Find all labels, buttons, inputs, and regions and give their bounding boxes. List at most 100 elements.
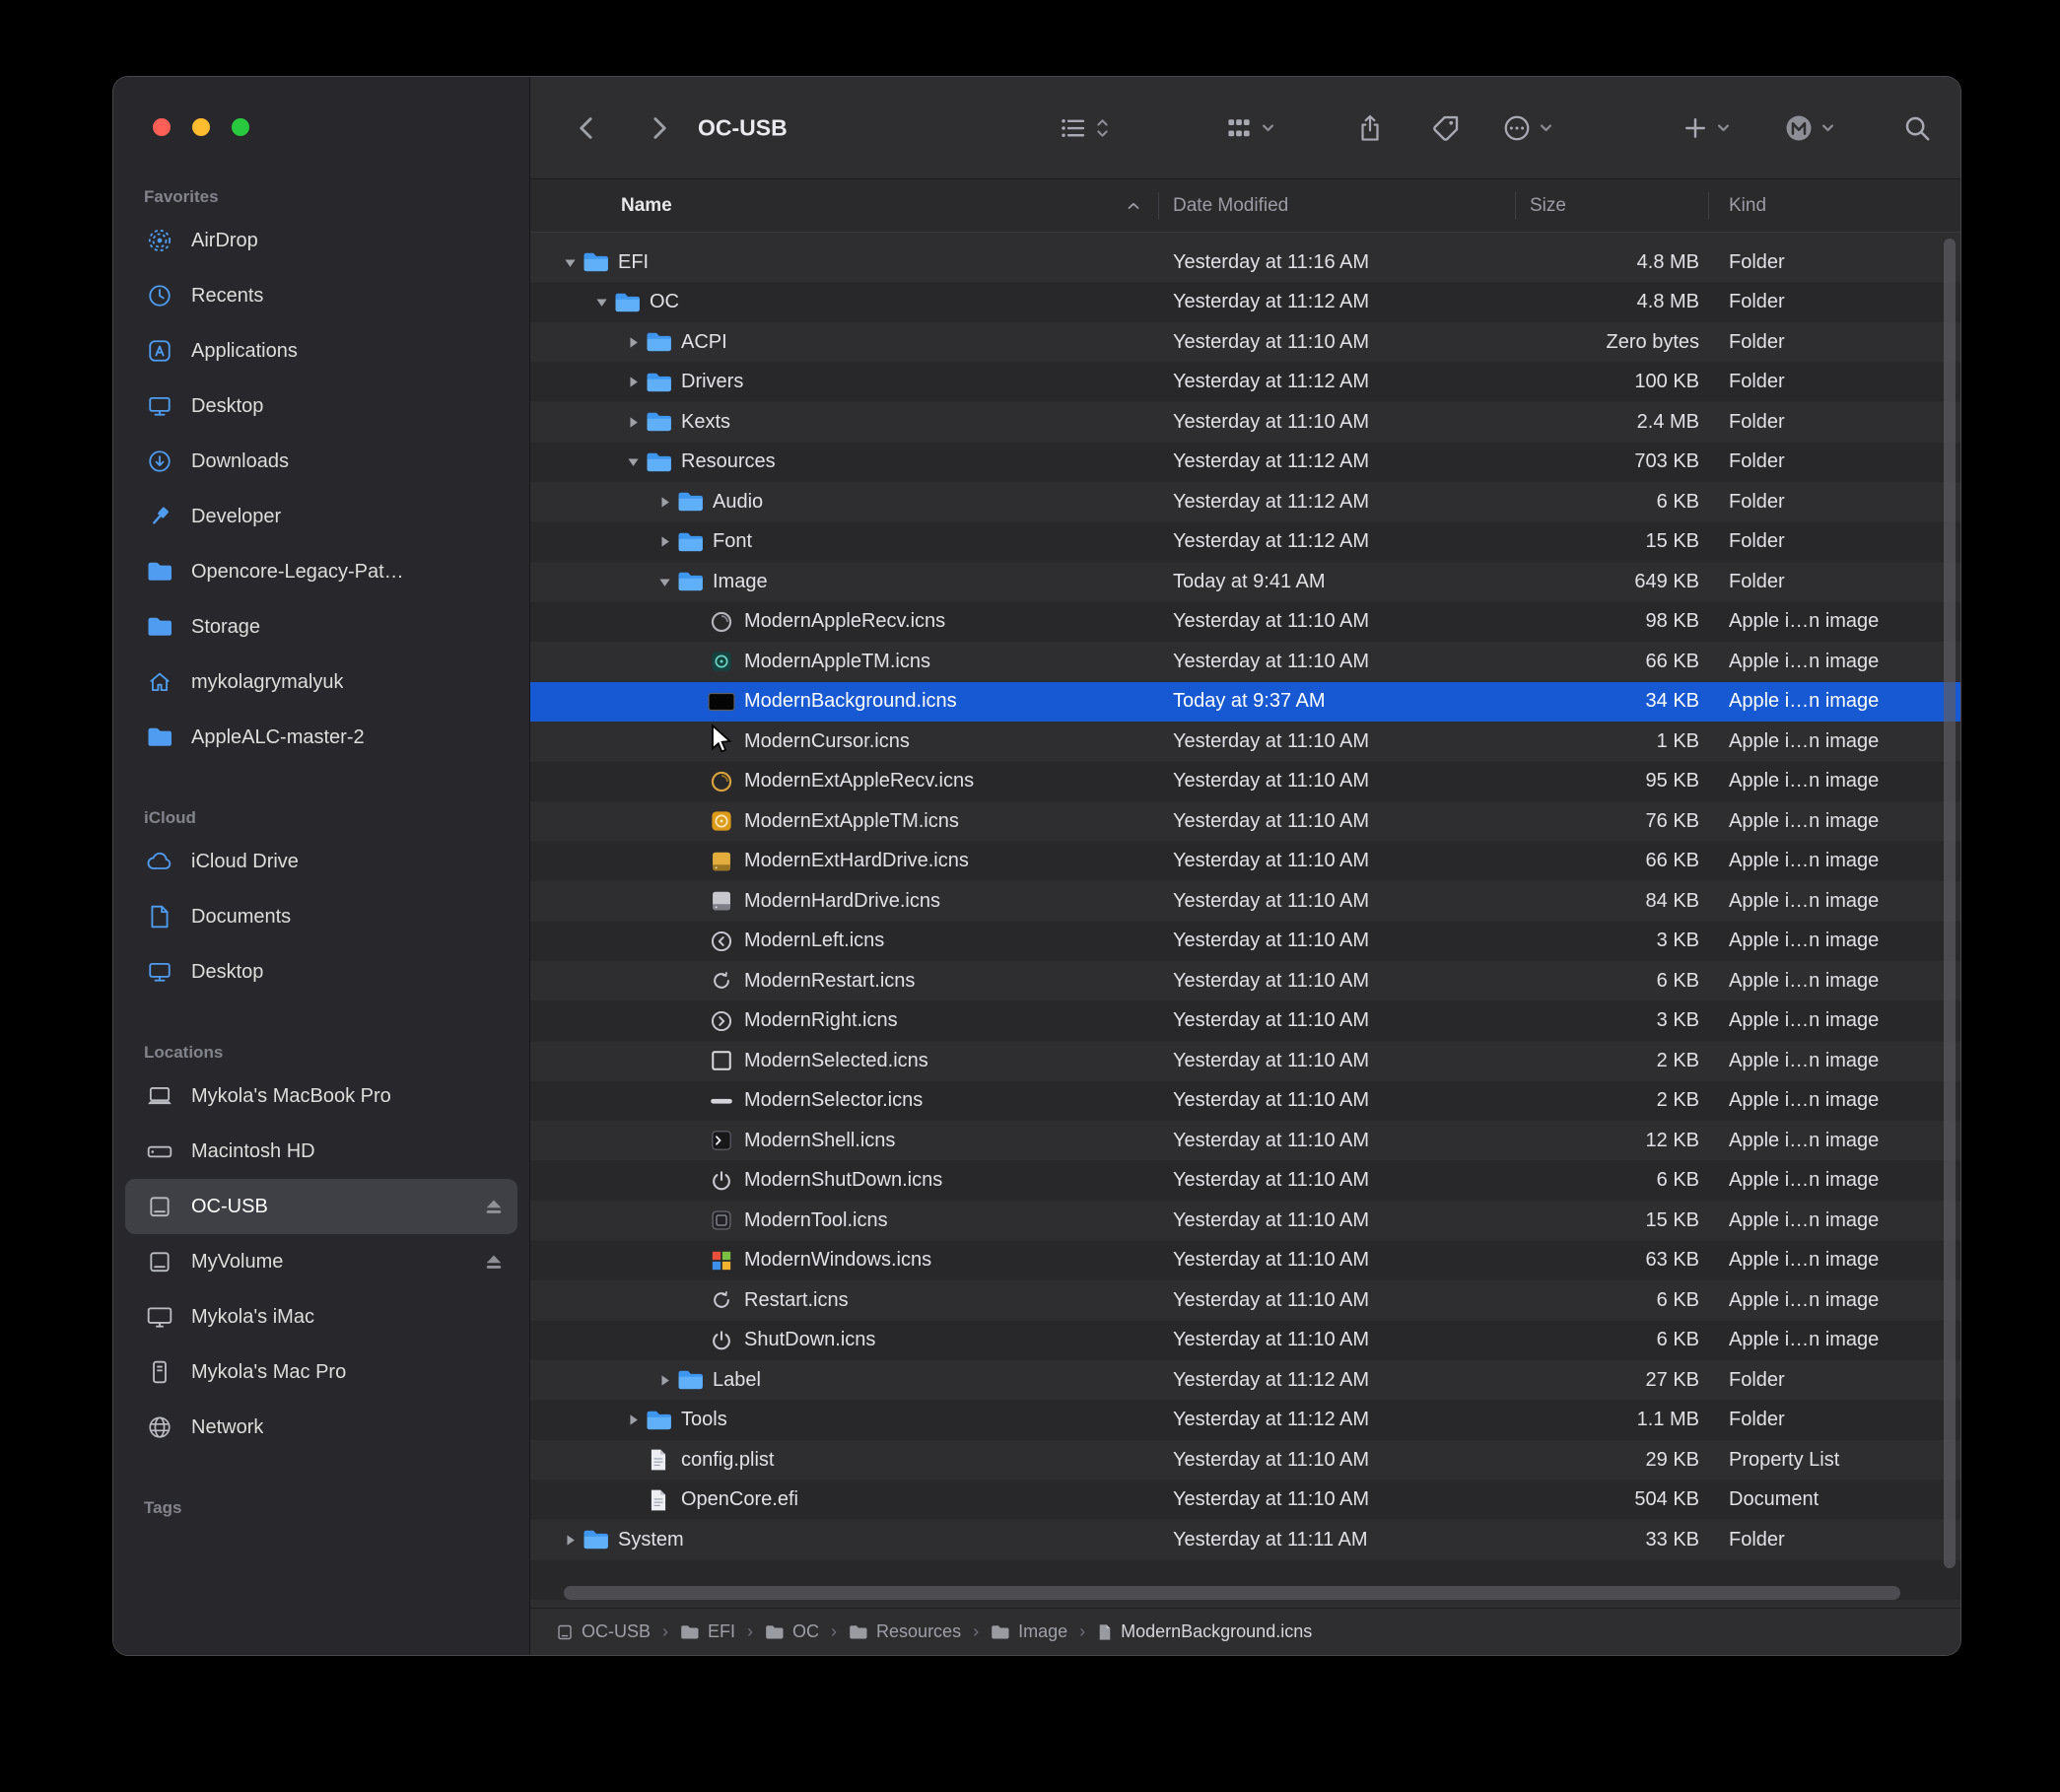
file-row-font[interactable]: FontYesterday at 11:12 AM15 KBFolder [530, 522, 1960, 563]
forward-button[interactable] [635, 101, 682, 156]
file-row-acpi[interactable]: ACPIYesterday at 11:10 AMZero bytesFolde… [530, 322, 1960, 363]
name-cell: EFI [530, 242, 1159, 283]
file-row-modernextapplerecv-icns[interactable]: ModernExtAppleRecv.icnsYesterday at 11:1… [530, 762, 1960, 802]
sidebar-item-airdrop[interactable]: AirDrop [125, 213, 517, 268]
back-button[interactable] [564, 101, 611, 156]
file-row-image[interactable]: ImageToday at 9:41 AM649 KBFolder [530, 562, 1960, 602]
sidebar-item-label: AirDrop [191, 230, 258, 252]
file-row-modernbackground-icns[interactable]: ModernBackground.icnsToday at 9:37 AM34 … [530, 682, 1960, 723]
path-item-oc-usb[interactable]: OC-USB [556, 1621, 651, 1642]
sidebar-item-oc-usb[interactable]: OC-USB [125, 1179, 517, 1234]
file-row-modernharddrive-icns[interactable]: ModernHardDrive.icnsYesterday at 11:10 A… [530, 881, 1960, 922]
disclosure-closed-icon[interactable] [558, 1534, 582, 1547]
path-item-image[interactable]: Image [991, 1621, 1067, 1642]
sidebar-item-documents[interactable]: Documents [125, 889, 517, 944]
sidebar-item-desktop[interactable]: Desktop [125, 944, 517, 999]
disclosure-closed-icon[interactable] [652, 1374, 676, 1387]
file-row-modernappletm-icns[interactable]: ModernAppleTM.icnsYesterday at 11:10 AM6… [530, 642, 1960, 682]
file-row-system[interactable]: SystemYesterday at 11:11 AM33 KBFolder [530, 1520, 1960, 1560]
eject-icon[interactable] [484, 1198, 504, 1215]
disclosure-closed-icon[interactable] [621, 336, 645, 349]
path-item-efi[interactable]: EFI [680, 1621, 735, 1642]
file-row-restart-icns[interactable]: Restart.icnsYesterday at 11:10 AM6 KBApp… [530, 1280, 1960, 1321]
file-row-modernright-icns[interactable]: ModernRight.icnsYesterday at 11:10 AM3 K… [530, 1001, 1960, 1042]
file-row-modernselector-icns[interactable]: ModernSelector.icnsYesterday at 11:10 AM… [530, 1081, 1960, 1122]
sidebar-item-mykola-s-mac-pro[interactable]: Mykola's Mac Pro [125, 1344, 517, 1400]
sidebar-item-desktop[interactable]: Desktop [125, 379, 517, 434]
sidebar-item-storage[interactable]: Storage [125, 599, 517, 655]
file-size: 1 KB [1516, 722, 1709, 762]
file-kind: Property List [1709, 1440, 1960, 1481]
disclosure-closed-icon[interactable] [621, 376, 645, 388]
sidebar-item-recents[interactable]: Recents [125, 268, 517, 323]
sidebar-item-opencore-legacy-pat[interactable]: Opencore-Legacy-Pat… [125, 544, 517, 599]
file-row-modernwindows-icns[interactable]: ModernWindows.icnsYesterday at 11:10 AM6… [530, 1241, 1960, 1281]
sidebar-item-icloud-drive[interactable]: iCloud Drive [125, 834, 517, 889]
sidebar-item-mykolagrymalyuk[interactable]: mykolagrymalyuk [125, 655, 517, 710]
file-row-drivers[interactable]: DriversYesterday at 11:12 AM100 KBFolder [530, 363, 1960, 403]
file-row-modernselected-icns[interactable]: ModernSelected.icnsYesterday at 11:10 AM… [530, 1041, 1960, 1081]
file-row-moderntool-icns[interactable]: ModernTool.icnsYesterday at 11:10 AM15 K… [530, 1201, 1960, 1241]
view-options-button[interactable] [1059, 113, 1110, 143]
file-kind: Folder [1709, 242, 1960, 283]
file-row-config-plist[interactable]: config.plistYesterday at 11:10 AM29 KBPr… [530, 1440, 1960, 1481]
desktop-background: FavoritesAirDropRecentsApplicationsDeskt… [0, 0, 2060, 1792]
disclosure-open-icon[interactable] [558, 257, 582, 268]
search-button[interactable] [1902, 113, 1932, 143]
file-row-efi[interactable]: EFIYesterday at 11:16 AM4.8 MBFolder [530, 242, 1960, 283]
file-row-modernrestart-icns[interactable]: ModernRestart.icnsYesterday at 11:10 AM6… [530, 961, 1960, 1001]
disclosure-closed-icon[interactable] [652, 496, 676, 509]
more-actions-button[interactable] [1502, 113, 1553, 143]
file-row-shutdown-icns[interactable]: ShutDown.icnsYesterday at 11:10 AM6 KBAp… [530, 1321, 1960, 1361]
account-button[interactable] [1784, 113, 1835, 143]
path-item-oc[interactable]: OC [765, 1621, 819, 1642]
close-window-button[interactable] [153, 118, 171, 136]
sidebar-item-mykola-s-macbook-pro[interactable]: Mykola's MacBook Pro [125, 1068, 517, 1124]
disclosure-open-icon[interactable] [589, 297, 613, 308]
file-row-oc[interactable]: OCYesterday at 11:12 AM4.8 MBFolder [530, 283, 1960, 323]
column-header-date-modified[interactable]: Date Modified [1159, 179, 1515, 232]
sidebar-item-label: Mykola's iMac [191, 1306, 314, 1329]
file-row-opencore-efi[interactable]: OpenCore.efiYesterday at 11:10 AM504 KBD… [530, 1481, 1960, 1521]
disclosure-closed-icon[interactable] [652, 535, 676, 548]
sidebar-item-applealc-master-2[interactable]: AppleALC-master-2 [125, 710, 517, 765]
column-header-name[interactable]: Name [530, 179, 1158, 232]
file-row-modernextharddrive-icns[interactable]: ModernExtHardDrive.icnsYesterday at 11:1… [530, 842, 1960, 882]
sidebar-item-downloads[interactable]: Downloads [125, 434, 517, 489]
file-row-moderncursor-icns[interactable]: ModernCursor.icnsYesterday at 11:10 AM1 … [530, 722, 1960, 762]
disclosure-closed-icon[interactable] [621, 1413, 645, 1426]
share-button[interactable] [1356, 113, 1384, 143]
disclosure-open-icon[interactable] [652, 577, 676, 587]
file-row-modernextappletm-icns[interactable]: ModernExtAppleTM.icnsYesterday at 11:10 … [530, 801, 1960, 842]
file-row-audio[interactable]: AudioYesterday at 11:12 AM6 KBFolder [530, 482, 1960, 522]
path-item-resources[interactable]: Resources [849, 1621, 961, 1642]
sidebar-item-network[interactable]: Network [125, 1400, 517, 1455]
file-row-kexts[interactable]: KextsYesterday at 11:10 AM2.4 MBFolder [530, 402, 1960, 443]
disclosure-open-icon[interactable] [621, 456, 645, 467]
file-row-label[interactable]: LabelYesterday at 11:12 AM27 KBFolder [530, 1360, 1960, 1401]
eject-icon[interactable] [484, 1253, 504, 1271]
file-kind: Apple i…n image [1709, 881, 1960, 922]
file-row-modernapplerecv-icns[interactable]: ModernAppleRecv.icnsYesterday at 11:10 A… [530, 602, 1960, 643]
sidebar-item-macintosh-hd[interactable]: Macintosh HD [125, 1124, 517, 1179]
path-item-modernbackground-icns[interactable]: ModernBackground.icns [1097, 1621, 1312, 1642]
zoom-window-button[interactable] [232, 118, 249, 136]
sidebar-item-developer[interactable]: Developer [125, 489, 517, 544]
file-row-modernshutdown-icns[interactable]: ModernShutDown.icnsYesterday at 11:10 AM… [530, 1161, 1960, 1202]
column-header-size[interactable]: Size [1516, 179, 1708, 232]
vertical-scrollbar[interactable] [1944, 239, 1956, 1568]
tags-button[interactable] [1431, 113, 1461, 143]
sidebar-item-myvolume[interactable]: MyVolume [125, 1234, 517, 1289]
file-row-modernshell-icns[interactable]: ModernShell.icnsYesterday at 11:10 AM12 … [530, 1121, 1960, 1161]
file-row-tools[interactable]: ToolsYesterday at 11:12 AM1.1 MBFolder [530, 1401, 1960, 1441]
new-item-button[interactable] [1682, 114, 1731, 142]
horizontal-scrollbar[interactable] [564, 1586, 1900, 1600]
file-row-resources[interactable]: ResourcesYesterday at 11:12 AM703 KBFold… [530, 443, 1960, 483]
minimize-window-button[interactable] [192, 118, 210, 136]
sidebar-item-mykola-s-imac[interactable]: Mykola's iMac [125, 1289, 517, 1344]
group-by-button[interactable] [1224, 113, 1275, 143]
disclosure-closed-icon[interactable] [621, 416, 645, 429]
column-header-kind[interactable]: Kind [1709, 179, 1960, 232]
sidebar-item-applications[interactable]: Applications [125, 323, 517, 379]
file-row-modernleft-icns[interactable]: ModernLeft.icnsYesterday at 11:10 AM3 KB… [530, 922, 1960, 962]
